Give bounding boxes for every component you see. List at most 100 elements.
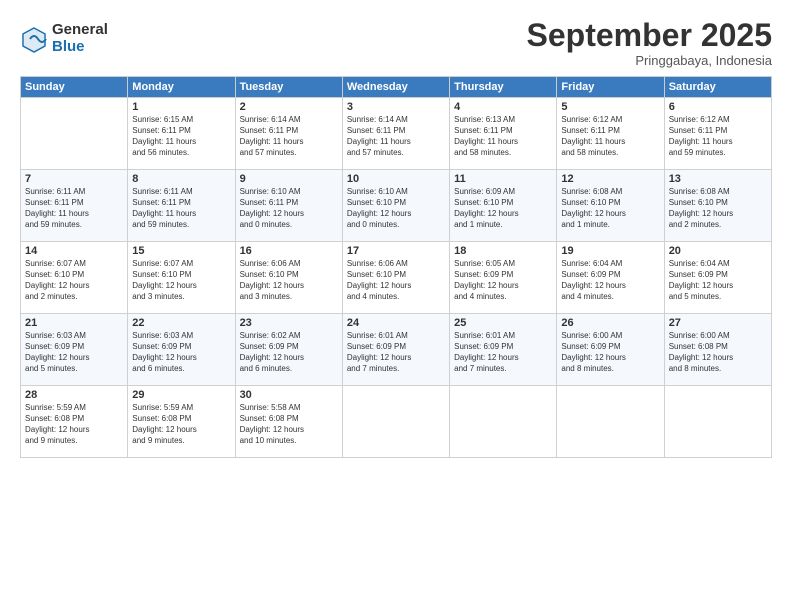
day-number: 15 [132,245,230,257]
page: General Blue September 2025 Pringgabaya,… [0,0,792,612]
table-row: 16 Sunrise: 6:06 AM Sunset: 6:10 PM Dayli… [235,242,342,314]
day-number: 8 [132,173,230,185]
calendar-week-row: 21 Sunrise: 6:03 AM Sunset: 6:09 PM Dayli… [21,314,772,386]
location-subtitle: Pringgabaya, Indonesia [527,53,772,68]
table-row: 20Sunrise: 6:04 AM Sunset: 6:09 PM Dayli… [664,242,771,314]
day-number: 11 [454,173,552,185]
cell-info: Sunrise: 6:12 AM Sunset: 6:11 PM Dayligh… [561,115,659,158]
calendar-table: Sunday Monday Tuesday Wednesday Thursday… [20,76,772,458]
day-number: 21 [25,317,123,329]
cell-info: Sunrise: 6:06 AM Sunset: 6:10 PM Dayligh… [240,259,338,302]
cell-info: Sunrise: 6:04 AM Sunset: 6:09 PM Dayligh… [561,259,659,302]
day-number: 12 [561,173,659,185]
cell-info: Sunrise: 6:13 AM Sunset: 6:11 PM Dayligh… [454,115,552,158]
table-row [21,98,128,170]
logo-icon [20,25,48,53]
table-row: 19 Sunrise: 6:04 AM Sunset: 6:09 PM Dayli… [557,242,664,314]
day-number: 27 [669,317,767,329]
cell-info: Sunrise: 6:10 AM Sunset: 6:11 PM Dayligh… [240,187,338,230]
day-number: 30 [240,389,338,401]
table-row: 28 Sunrise: 5:59 AM Sunset: 6:08 PM Dayli… [21,386,128,458]
cell-info: Sunrise: 6:01 AM Sunset: 6:09 PM Dayligh… [347,331,445,374]
cell-info: Sunrise: 6:14 AM Sunset: 6:11 PM Dayligh… [240,115,338,158]
table-row: 6 Sunrise: 6:12 AM Sunset: 6:11 PM Daylig… [664,98,771,170]
day-number: 17 [347,245,445,257]
table-row: 8 Sunrise: 6:11 AM Sunset: 6:11 PM Daylig… [128,170,235,242]
day-number: 2 [240,101,338,113]
table-row: 5 Sunrise: 6:12 AM Sunset: 6:11 PM Daylig… [557,98,664,170]
cell-info: Sunrise: 6:12 AM Sunset: 6:11 PM Dayligh… [669,115,767,158]
cell-info: Sunrise: 5:59 AM Sunset: 6:08 PM Dayligh… [25,403,123,446]
table-row: 7 Sunrise: 6:11 AM Sunset: 6:11 PM Daylig… [21,170,128,242]
calendar-week-row: 28 Sunrise: 5:59 AM Sunset: 6:08 PM Dayli… [21,386,772,458]
header-monday: Monday [128,77,235,98]
cell-info: Sunrise: 6:11 AM Sunset: 6:11 PM Dayligh… [25,187,123,230]
table-row [664,386,771,458]
cell-info: Sunrise: 5:59 AM Sunset: 6:08 PM Dayligh… [132,403,230,446]
day-number: 7 [25,173,123,185]
table-row: 26 Sunrise: 6:00 AM Sunset: 6:09 PM Dayli… [557,314,664,386]
cell-info: Sunrise: 6:03 AM Sunset: 6:09 PM Dayligh… [25,331,123,374]
day-number: 6 [669,101,767,113]
table-row [450,386,557,458]
logo-blue-text: Blue [52,39,108,56]
day-number: 14 [25,245,123,257]
month-title: September 2025 [527,18,772,53]
header-tuesday: Tuesday [235,77,342,98]
day-number: 3 [347,101,445,113]
day-number: 25 [454,317,552,329]
day-number: 29 [132,389,230,401]
cell-info: Sunrise: 6:02 AM Sunset: 6:09 PM Dayligh… [240,331,338,374]
day-number: 26 [561,317,659,329]
header-friday: Friday [557,77,664,98]
cell-info: Sunrise: 6:00 AM Sunset: 6:09 PM Dayligh… [561,331,659,374]
day-number: 22 [132,317,230,329]
cell-info: Sunrise: 5:58 AM Sunset: 6:08 PM Dayligh… [240,403,338,446]
cell-info: Sunrise: 6:03 AM Sunset: 6:09 PM Dayligh… [132,331,230,374]
table-row: 3Sunrise: 6:14 AM Sunset: 6:11 PM Daylig… [342,98,449,170]
table-row: 13Sunrise: 6:08 AM Sunset: 6:10 PM Dayli… [664,170,771,242]
calendar-week-row: 14 Sunrise: 6:07 AM Sunset: 6:10 PM Dayli… [21,242,772,314]
day-number: 1 [132,101,230,113]
logo-text: General Blue [52,22,108,55]
day-number: 18 [454,245,552,257]
calendar-header-row: Sunday Monday Tuesday Wednesday Thursday… [21,77,772,98]
cell-info: Sunrise: 6:08 AM Sunset: 6:10 PM Dayligh… [561,187,659,230]
table-row: 17Sunrise: 6:06 AM Sunset: 6:10 PM Dayli… [342,242,449,314]
day-number: 9 [240,173,338,185]
day-number: 4 [454,101,552,113]
table-row: 22 Sunrise: 6:03 AM Sunset: 6:09 PM Dayli… [128,314,235,386]
table-row: 10 Sunrise: 6:10 AM Sunset: 6:10 PM Dayli… [342,170,449,242]
cell-info: Sunrise: 6:00 AM Sunset: 6:08 PM Dayligh… [669,331,767,374]
day-number: 10 [347,173,445,185]
cell-info: Sunrise: 6:09 AM Sunset: 6:10 PM Dayligh… [454,187,552,230]
day-number: 24 [347,317,445,329]
header: General Blue September 2025 Pringgabaya,… [20,18,772,68]
day-number: 16 [240,245,338,257]
day-number: 5 [561,101,659,113]
cell-info: Sunrise: 6:15 AM Sunset: 6:11 PM Dayligh… [132,115,230,158]
table-row: 29 Sunrise: 5:59 AM Sunset: 6:08 PM Dayli… [128,386,235,458]
title-block: September 2025 Pringgabaya, Indonesia [527,18,772,68]
calendar-week-row: 7 Sunrise: 6:11 AM Sunset: 6:11 PM Daylig… [21,170,772,242]
header-saturday: Saturday [664,77,771,98]
table-row: 25 Sunrise: 6:01 AM Sunset: 6:09 PM Dayli… [450,314,557,386]
day-number: 23 [240,317,338,329]
table-row: 21 Sunrise: 6:03 AM Sunset: 6:09 PM Dayli… [21,314,128,386]
day-number: 19 [561,245,659,257]
cell-info: Sunrise: 6:07 AM Sunset: 6:10 PM Dayligh… [132,259,230,302]
table-row [557,386,664,458]
header-thursday: Thursday [450,77,557,98]
day-number: 28 [25,389,123,401]
table-row: 9 Sunrise: 6:10 AM Sunset: 6:11 PM Daylig… [235,170,342,242]
table-row [342,386,449,458]
cell-info: Sunrise: 6:10 AM Sunset: 6:10 PM Dayligh… [347,187,445,230]
day-number: 20 [669,245,767,257]
table-row: 2 Sunrise: 6:14 AM Sunset: 6:11 PM Daylig… [235,98,342,170]
table-row: 27 Sunrise: 6:00 AM Sunset: 6:08 PM Dayli… [664,314,771,386]
cell-info: Sunrise: 6:11 AM Sunset: 6:11 PM Dayligh… [132,187,230,230]
cell-info: Sunrise: 6:05 AM Sunset: 6:09 PM Dayligh… [454,259,552,302]
logo: General Blue [20,22,108,55]
table-row: 24 Sunrise: 6:01 AM Sunset: 6:09 PM Dayli… [342,314,449,386]
cell-info: Sunrise: 6:01 AM Sunset: 6:09 PM Dayligh… [454,331,552,374]
